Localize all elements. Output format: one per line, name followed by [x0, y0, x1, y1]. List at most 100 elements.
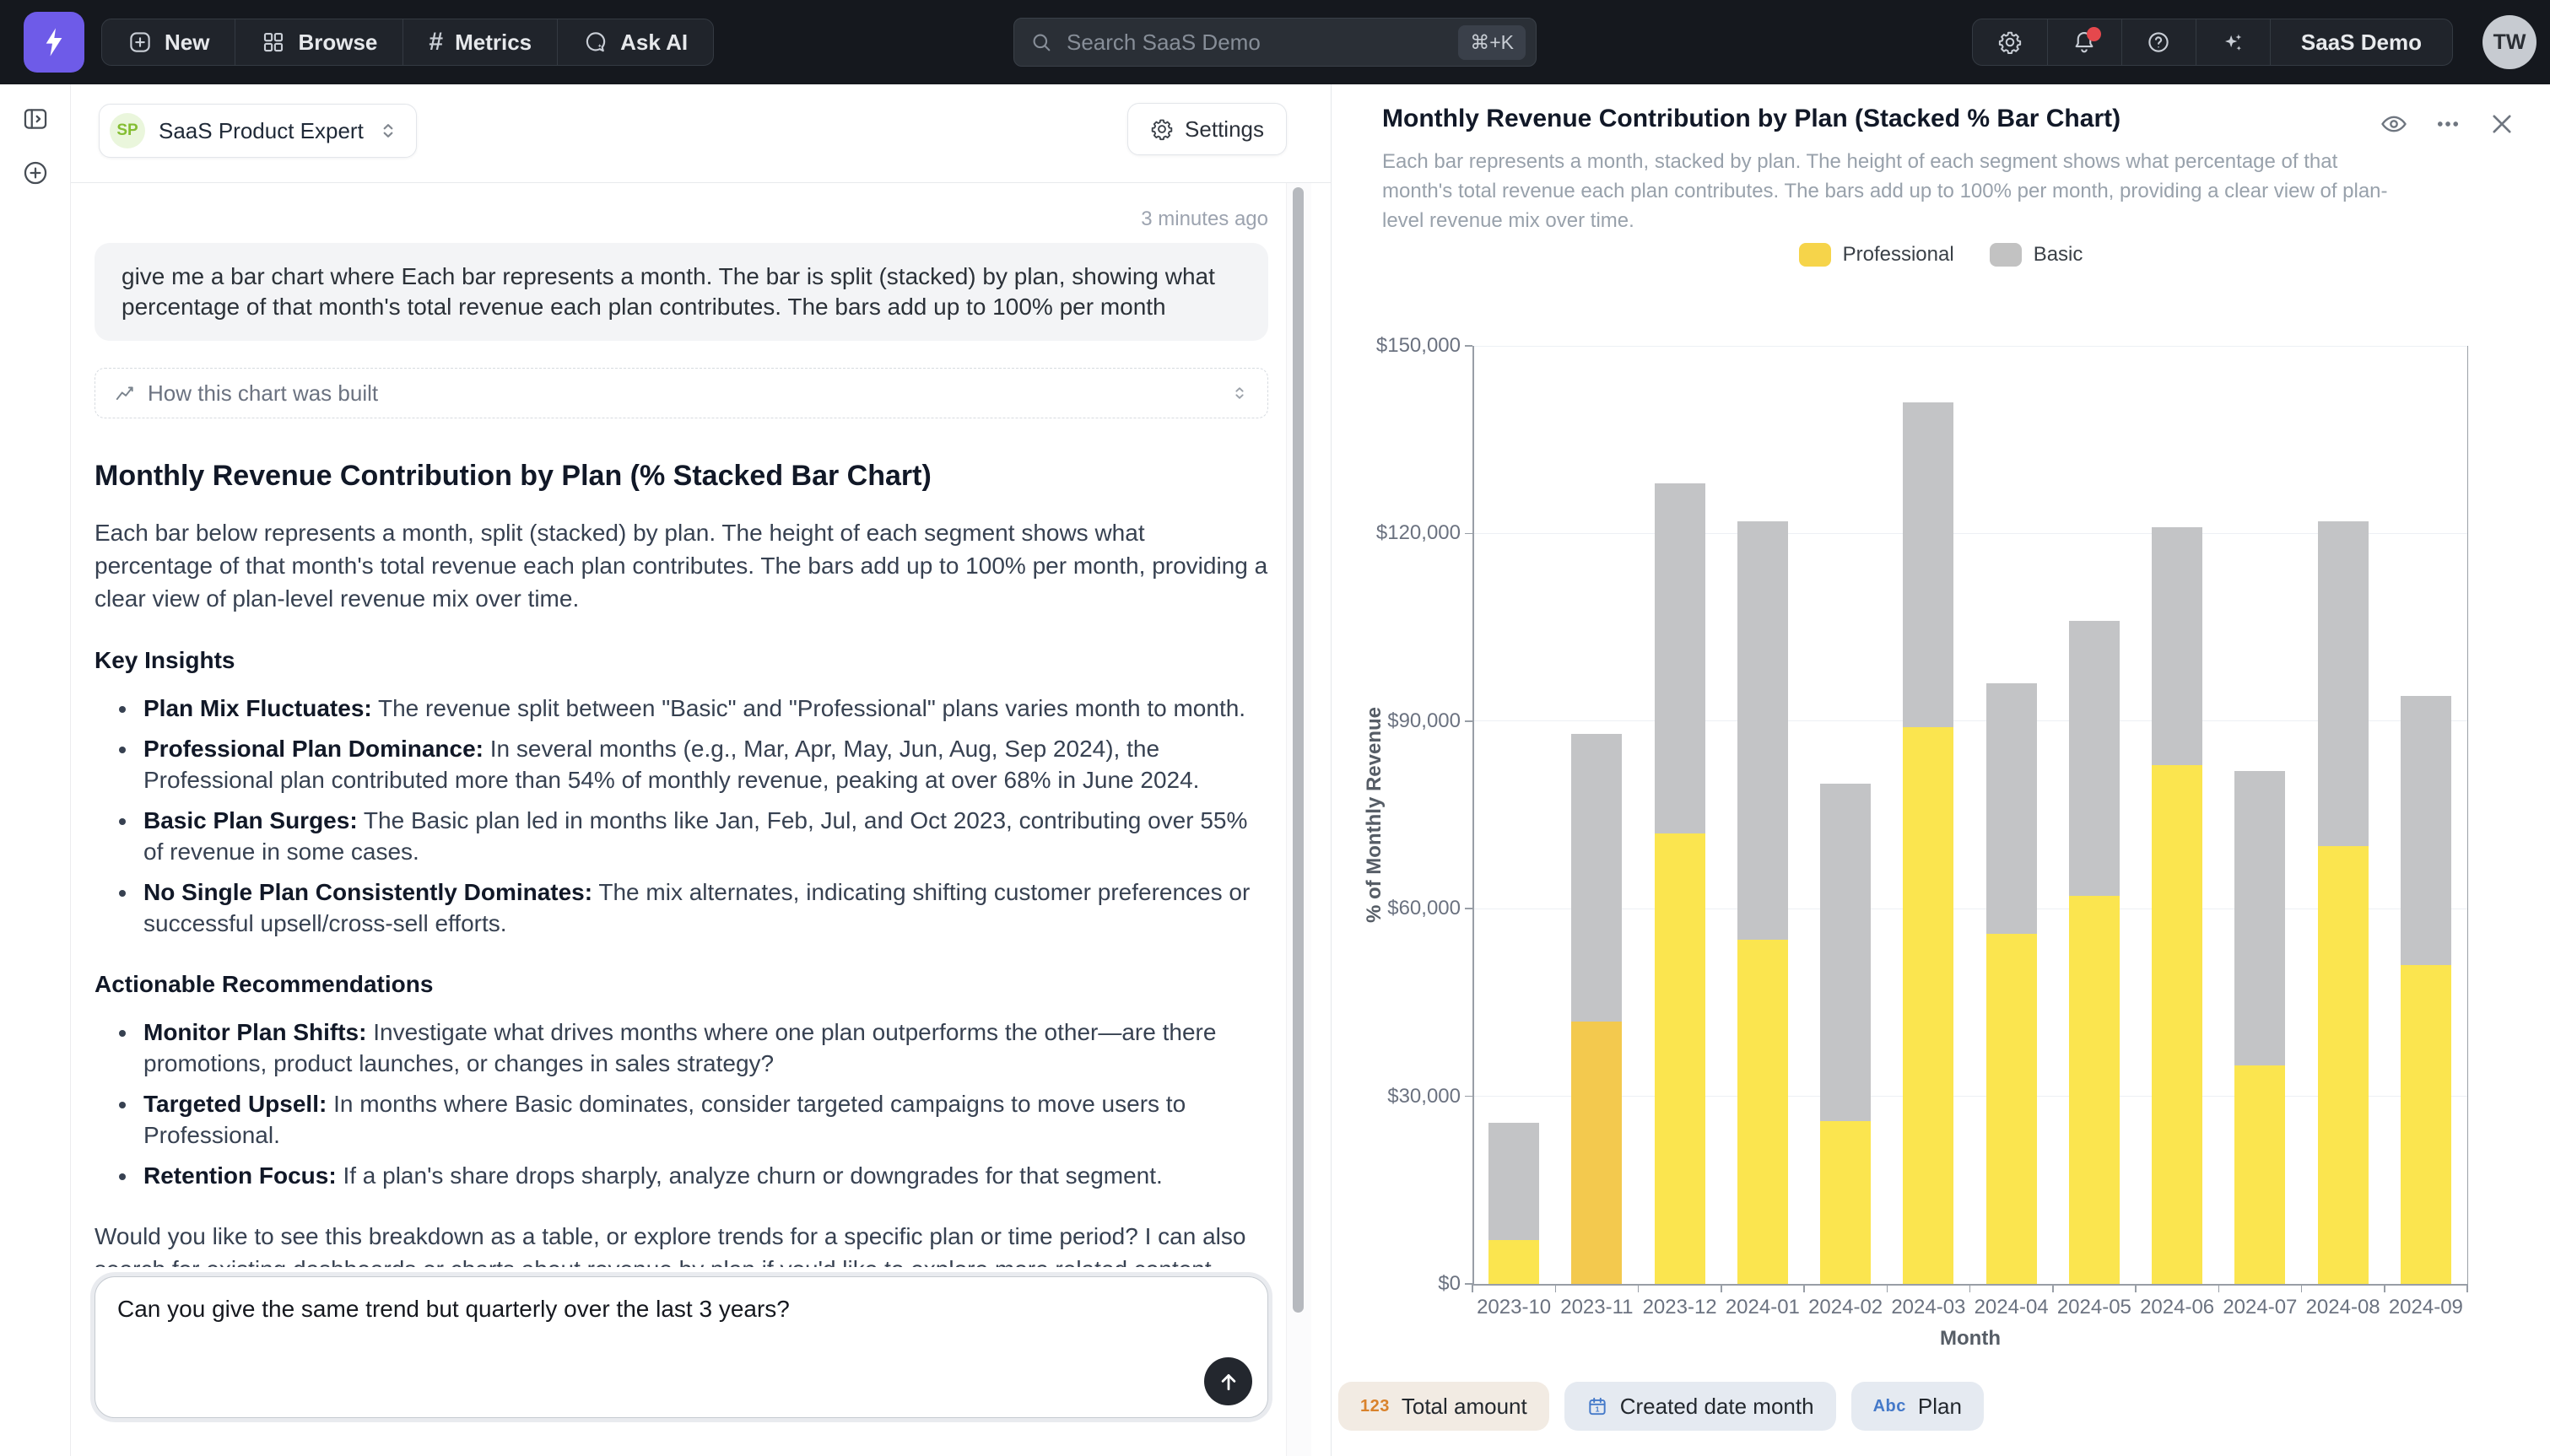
settings-gear-button[interactable] — [1973, 19, 2047, 65]
x-axis-tick — [1472, 1285, 1473, 1292]
bar-segment-basic-2024-03[interactable] — [1903, 402, 1953, 727]
bar-segment-professional-2024-03[interactable] — [1903, 727, 1953, 1284]
bar-segment-basic-2024-05[interactable] — [2069, 621, 2120, 896]
bar-segment-professional-2024-01[interactable] — [1737, 940, 1788, 1284]
chat-scrollbar-thumb[interactable] — [1293, 187, 1304, 1313]
bar-segment-professional-2024-02[interactable] — [1820, 1121, 1871, 1284]
key-insights-list: Plan Mix Fluctuates: The revenue split b… — [95, 693, 1268, 939]
y-axis-tick — [1465, 908, 1472, 909]
bar-segment-basic-2024-09[interactable] — [2401, 696, 2451, 965]
bar-segment-professional-2023-10[interactable] — [1488, 1240, 1539, 1284]
calendar-icon: 1 — [1586, 1395, 1608, 1417]
lightning-bolt-icon — [37, 25, 71, 59]
plus-circle-icon — [21, 159, 50, 187]
y-axis-tick — [1465, 1096, 1472, 1097]
field-tag-created-date-month[interactable]: 1 Created date month — [1564, 1382, 1836, 1431]
y-axis-tick — [1465, 345, 1472, 347]
settings-button-label: Settings — [1185, 116, 1264, 143]
y-axis-tick-label: $30,000 — [1334, 1085, 1461, 1108]
x-axis-tick — [2135, 1285, 2137, 1292]
bar-segment-basic-2024-04[interactable] — [1986, 683, 2037, 934]
ask-ai-button[interactable]: Ask AI — [557, 19, 713, 65]
x-axis-tick — [1969, 1285, 1971, 1292]
bar-segment-professional-2023-12[interactable] — [1655, 833, 1705, 1284]
app-logo[interactable] — [24, 12, 84, 73]
list-item: Plan Mix Fluctuates: The revenue split b… — [138, 693, 1268, 724]
x-axis-tick — [2384, 1285, 2385, 1292]
bar-segment-basic-2024-08[interactable] — [2318, 521, 2369, 846]
bar-segment-basic-2024-07[interactable] — [2234, 771, 2285, 1065]
notifications-button[interactable] — [2047, 19, 2121, 65]
browse-button[interactable]: Browse — [235, 19, 402, 65]
how-chart-built-expander[interactable]: How this chart was built — [95, 368, 1268, 418]
chevron-up-down-icon — [1230, 384, 1249, 402]
chart-line-icon — [114, 382, 136, 404]
recommendations-list: Monitor Plan Shifts: Investigate what dr… — [95, 1017, 1268, 1191]
report-closing: Would you like to see this breakdown as … — [95, 1220, 1268, 1267]
field-tags-row: 123 Total amount 1 Created date month Ab… — [1338, 1382, 1984, 1431]
x-axis-tick — [1638, 1285, 1640, 1292]
list-item: Professional Plan Dominance: In several … — [138, 733, 1268, 795]
bar-segment-basic-2024-02[interactable] — [1820, 784, 1871, 1121]
y-axis-tick-label: $90,000 — [1334, 709, 1461, 733]
user-avatar[interactable]: TW — [2482, 15, 2536, 69]
ask-ai-button-label: Ask AI — [620, 30, 688, 56]
recommendations-title: Actionable Recommendations — [95, 971, 1268, 998]
browse-button-label: Browse — [298, 30, 377, 56]
x-axis-tick-label: 2023-10 — [1472, 1296, 1555, 1319]
bar-segment-basic-2023-11[interactable] — [1571, 734, 1622, 1022]
agent-settings-button[interactable]: Settings — [1127, 103, 1287, 155]
arrow-up-icon — [1216, 1369, 1241, 1394]
field-tag-label: Total amount — [1402, 1394, 1527, 1420]
composer-input[interactable]: Can you give the same trend but quarterl… — [95, 1277, 1267, 1417]
x-axis-tick — [2301, 1285, 2303, 1292]
bar-segment-basic-2023-12[interactable] — [1655, 483, 1705, 833]
chat-thread: 3 minutes ago give me a bar chart where … — [95, 208, 1268, 1267]
org-switcher[interactable]: SaaS Demo — [2270, 19, 2452, 65]
bar-segment-basic-2024-01[interactable] — [1737, 521, 1788, 941]
bar-segment-basic-2023-10[interactable] — [1488, 1123, 1539, 1240]
global-search[interactable]: ⌘+K — [1013, 18, 1537, 67]
search-shortcut-badge: ⌘+K — [1458, 25, 1526, 60]
send-button[interactable] — [1204, 1357, 1252, 1405]
new-button[interactable]: New — [102, 19, 235, 65]
y-axis-tick-label: $0 — [1334, 1272, 1461, 1296]
x-axis-tick — [2218, 1285, 2220, 1292]
bar-segment-professional-2023-11[interactable] — [1571, 1022, 1622, 1284]
list-item: Retention Focus: If a plan's share drops… — [138, 1160, 1268, 1191]
plot-right-border — [2467, 346, 2468, 1284]
gear-icon — [1997, 30, 2023, 55]
new-thread-button[interactable] — [21, 159, 50, 187]
metrics-button-label: Metrics — [455, 30, 532, 56]
metrics-button[interactable]: # Metrics — [402, 19, 557, 65]
x-axis-tick-label: 2024-03 — [1887, 1296, 1969, 1319]
x-axis-tick-label: 2024-06 — [2136, 1296, 2218, 1319]
numeric-field-icon: 123 — [1360, 1397, 1390, 1416]
x-axis-tick — [1887, 1285, 1888, 1292]
field-tag-plan[interactable]: Abc Plan — [1851, 1382, 1984, 1431]
bar-segment-professional-2024-08[interactable] — [2318, 846, 2369, 1284]
bar-segment-professional-2024-05[interactable] — [2069, 896, 2120, 1284]
bar-segment-professional-2024-06[interactable] — [2152, 765, 2202, 1284]
bar-segment-professional-2024-09[interactable] — [2401, 965, 2451, 1284]
agent-selector[interactable]: SP SaaS Product Expert — [99, 104, 417, 158]
y-axis-title: % of Monthly Revenue — [1363, 707, 1386, 923]
question-circle-icon — [2146, 30, 2171, 55]
ai-sparkles-button[interactable] — [2196, 19, 2270, 65]
chat-header: SP SaaS Product Expert Settings — [71, 84, 1331, 183]
field-tag-total-amount[interactable]: 123 Total amount — [1338, 1382, 1549, 1431]
help-button[interactable] — [2121, 19, 2196, 65]
y-axis-tick-label: $60,000 — [1334, 897, 1461, 920]
search-input[interactable] — [1065, 29, 1458, 57]
bar-segment-basic-2024-06[interactable] — [2152, 527, 2202, 765]
y-axis-tick — [1465, 533, 1472, 535]
x-axis-tick-label: 2024-02 — [1804, 1296, 1887, 1319]
x-axis-tick-label: 2024-08 — [2302, 1296, 2385, 1319]
bar-segment-professional-2024-04[interactable] — [1986, 934, 2037, 1284]
x-axis-tick-label: 2024-01 — [1721, 1296, 1804, 1319]
bar-segment-professional-2024-07[interactable] — [2234, 1065, 2285, 1284]
x-axis-tick — [2052, 1285, 2054, 1292]
sparkles-icon — [2220, 30, 2245, 55]
panel-left-icon — [21, 105, 50, 133]
toggle-sidebar-button[interactable] — [21, 105, 50, 133]
